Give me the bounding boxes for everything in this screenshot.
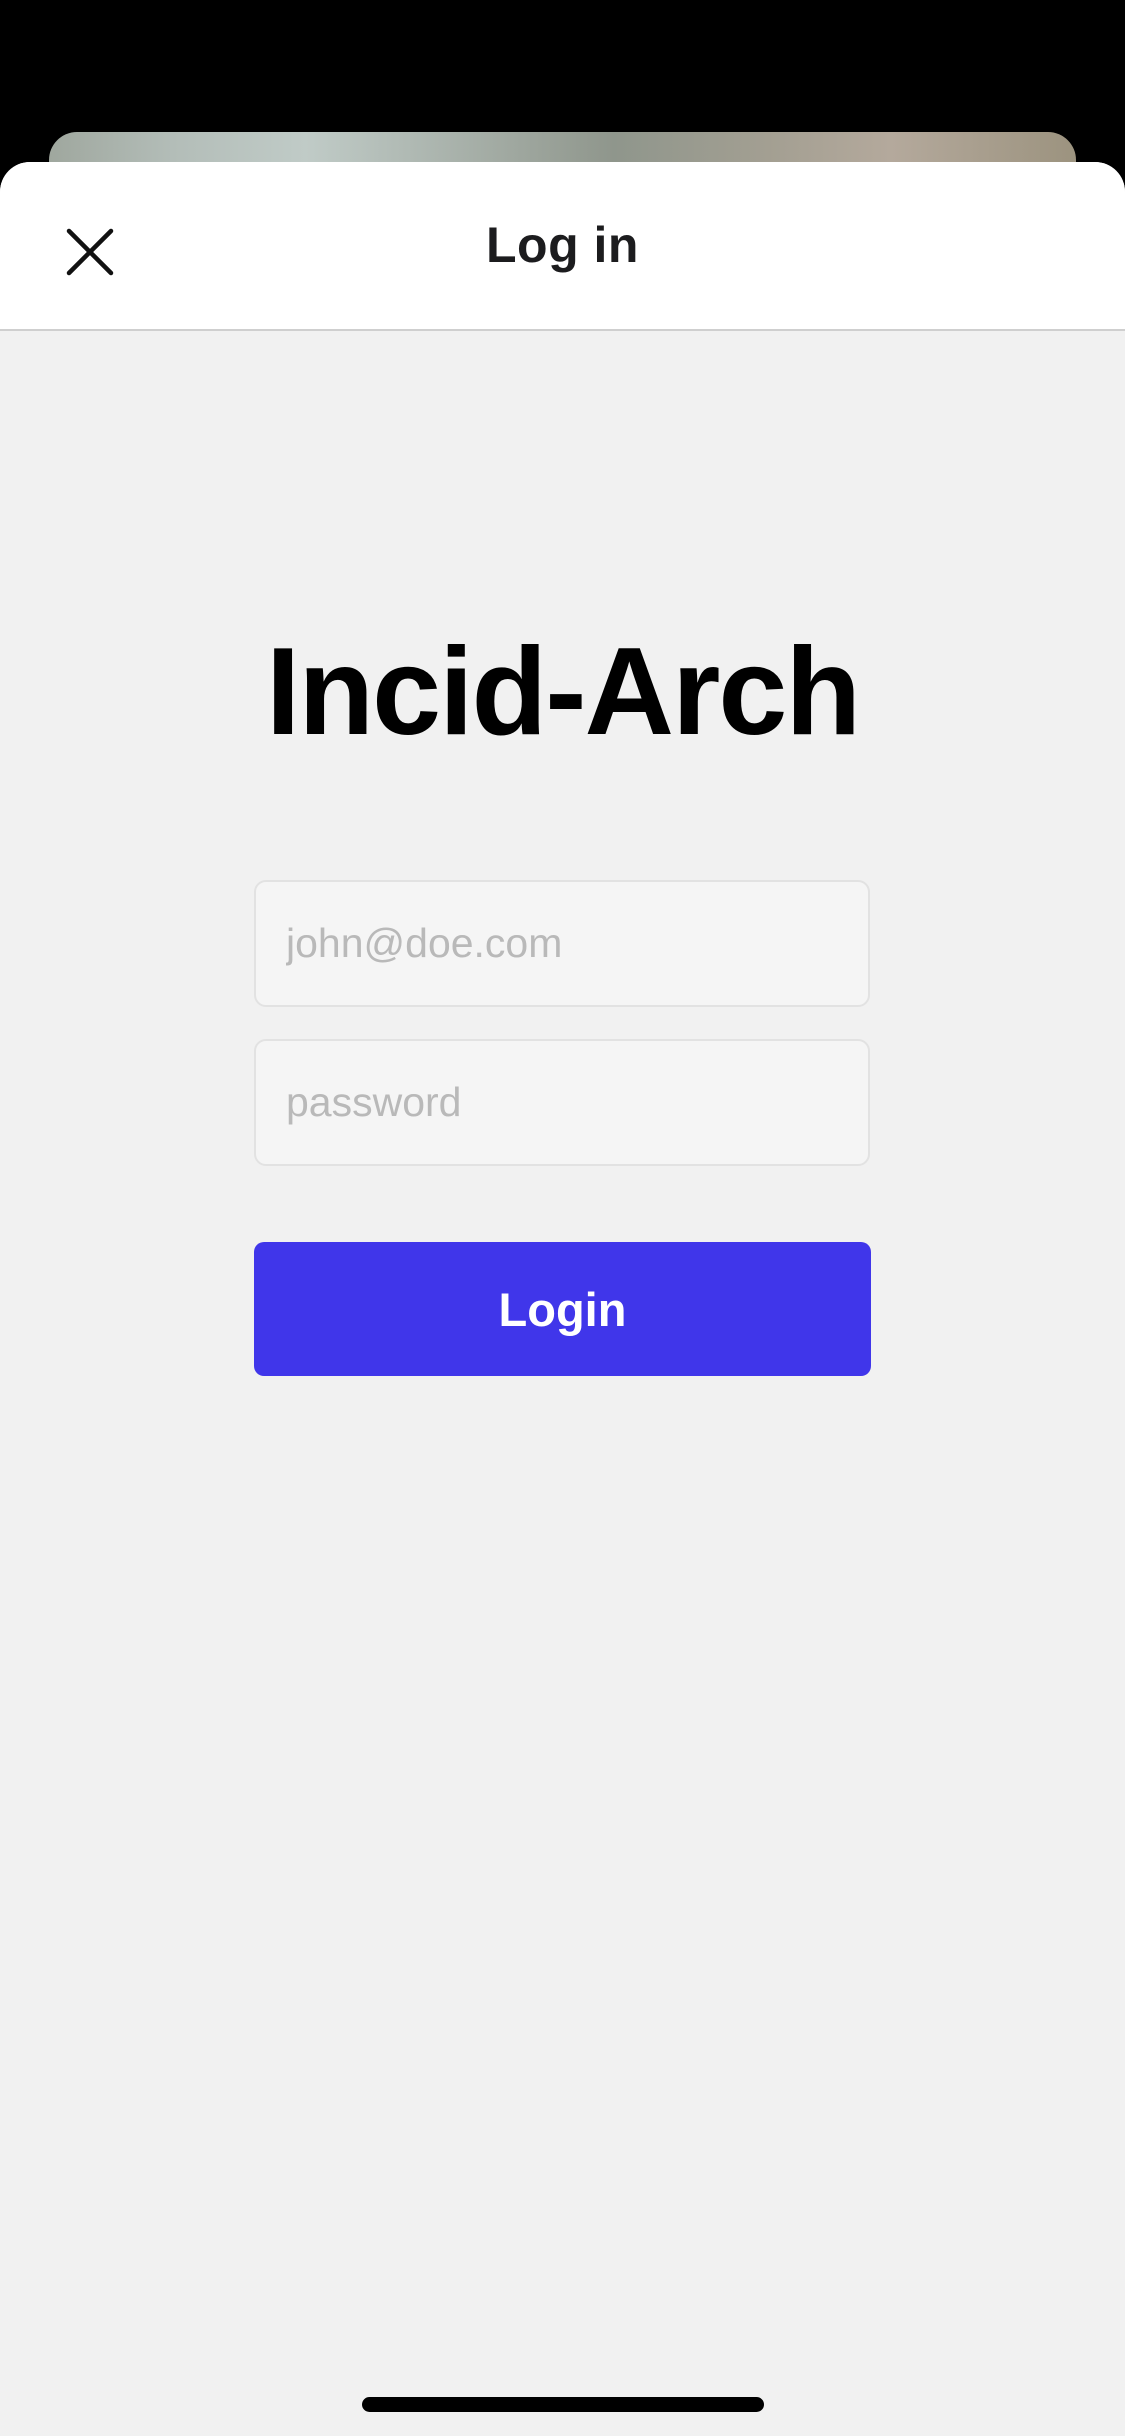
app-brand-title: Incid-Arch <box>265 623 861 761</box>
close-icon <box>66 228 114 276</box>
close-button[interactable] <box>46 208 134 296</box>
password-field[interactable] <box>254 1039 870 1166</box>
login-sheet: Log in Incid-Arch Login <box>0 162 1125 2436</box>
login-button[interactable]: Login <box>254 1242 871 1376</box>
home-indicator[interactable] <box>362 2397 764 2412</box>
page-title: Log in <box>486 217 639 273</box>
screen: Log in Incid-Arch Login <box>0 0 1125 2436</box>
nav-bar: Log in <box>0 162 1125 331</box>
email-field[interactable] <box>254 880 870 1007</box>
